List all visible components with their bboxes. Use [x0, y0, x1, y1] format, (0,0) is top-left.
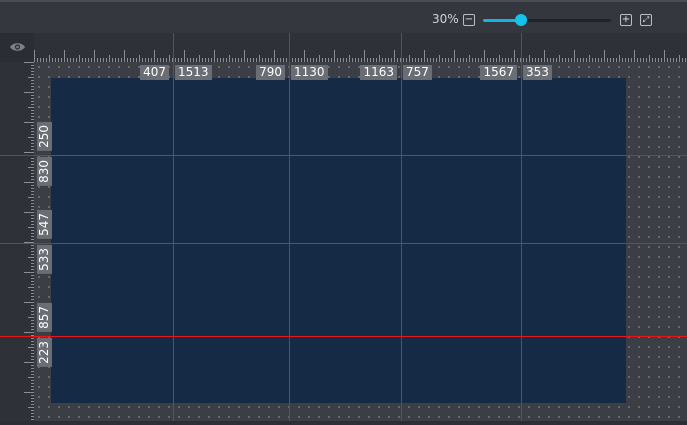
- guide-distance-label: 353: [523, 65, 552, 80]
- guide-distance-label: 1513: [175, 65, 212, 80]
- vertical-guide[interactable]: [173, 33, 174, 421]
- expand-icon: ⤢: [642, 15, 650, 24]
- guide-distance-label: 1567: [480, 65, 517, 80]
- artboard-canvas[interactable]: [51, 78, 626, 403]
- guide-distance-label: 790: [256, 65, 285, 80]
- horizontal-guide[interactable]: [0, 336, 687, 337]
- guide-distance-label: 757: [403, 65, 432, 80]
- zoom-toolbar: 30% − + ⤢: [0, 0, 687, 33]
- zoom-slider-thumb[interactable]: [515, 14, 528, 26]
- guide-distance-label: 250: [37, 122, 52, 151]
- guide-distance-label: 1163: [360, 65, 397, 80]
- guide-distance-label: 547: [37, 210, 52, 239]
- zoom-slider[interactable]: [483, 14, 611, 26]
- minus-icon: −: [464, 14, 474, 25]
- horizontal-guide[interactable]: [0, 155, 687, 156]
- fit-to-screen-button[interactable]: ⤢: [640, 14, 652, 26]
- guide-distance-label: 830: [37, 157, 52, 186]
- guide-distance-label: 223: [37, 338, 52, 367]
- vertical-ruler-ticks: [24, 62, 34, 420]
- zoom-out-button[interactable]: −: [463, 14, 475, 26]
- horizontal-ruler: [34, 33, 687, 62]
- vertical-guide[interactable]: [521, 33, 522, 421]
- guide-distance-label: 857: [37, 303, 52, 332]
- vertical-guide[interactable]: [289, 33, 290, 421]
- guide-distance-label: 407: [140, 65, 169, 80]
- zoom-in-button[interactable]: +: [620, 14, 632, 26]
- vertical-guide[interactable]: [401, 33, 402, 421]
- eye-icon[interactable]: [9, 41, 26, 53]
- guide-distance-label: 533: [37, 245, 52, 274]
- vertical-ruler: [0, 62, 34, 421]
- plus-icon: +: [621, 14, 631, 25]
- zoom-percentage: 30%: [432, 12, 459, 26]
- horizontal-guide[interactable]: [0, 243, 687, 244]
- horizontal-ruler-ticks: [34, 50, 686, 62]
- guide-distance-label: 1130: [291, 65, 328, 80]
- ruler-corner: [0, 33, 34, 62]
